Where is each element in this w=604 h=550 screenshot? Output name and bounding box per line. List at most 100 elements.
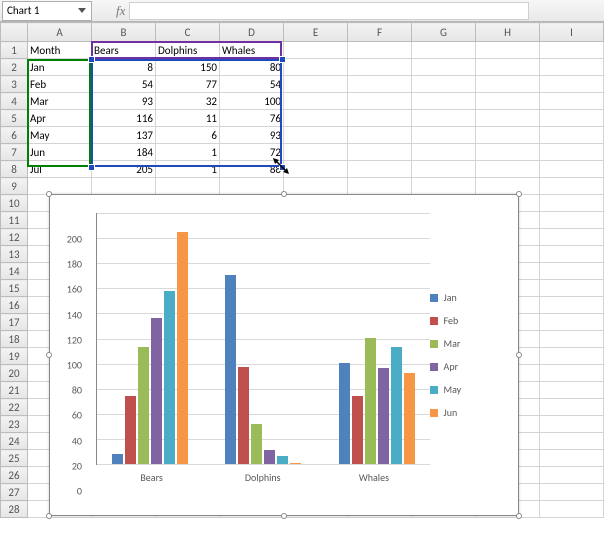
col-header-B[interactable]: B (92, 23, 156, 42)
cell[interactable]: 80 (220, 59, 284, 76)
chart-bar[interactable] (339, 363, 350, 464)
cell[interactable]: Month (28, 42, 92, 59)
cell[interactable] (540, 246, 604, 263)
cell[interactable] (540, 195, 604, 212)
chart-bar[interactable] (125, 396, 136, 464)
cell[interactable] (284, 110, 348, 127)
row-header[interactable]: 2 (1, 59, 28, 76)
cell[interactable] (412, 110, 476, 127)
cell[interactable]: 93 (92, 93, 156, 110)
cell[interactable]: 205 (92, 161, 156, 178)
cell[interactable]: 1 (156, 144, 220, 161)
fx-icon[interactable]: fx (116, 3, 125, 19)
cell[interactable] (476, 127, 540, 144)
cell[interactable] (540, 382, 604, 399)
chart-bar[interactable] (290, 463, 301, 464)
row-header[interactable]: 9 (1, 178, 28, 195)
row-header[interactable]: 20 (1, 365, 28, 382)
chart-bar[interactable] (138, 347, 149, 464)
cell[interactable] (348, 59, 412, 76)
cell[interactable]: Feb (28, 76, 92, 93)
cell[interactable] (412, 76, 476, 93)
cell[interactable]: 6 (156, 127, 220, 144)
cell[interactable] (348, 42, 412, 59)
cell[interactable] (348, 127, 412, 144)
cell[interactable] (348, 144, 412, 161)
row-header[interactable]: 16 (1, 297, 28, 314)
cell[interactable] (284, 42, 348, 59)
row-header[interactable]: 10 (1, 195, 28, 212)
cell[interactable] (412, 127, 476, 144)
cell[interactable] (540, 348, 604, 365)
cell[interactable] (540, 280, 604, 297)
row-header[interactable]: 5 (1, 110, 28, 127)
chart-bar[interactable] (251, 424, 262, 464)
cell[interactable] (412, 178, 476, 195)
chart-bar[interactable] (112, 454, 123, 464)
cell[interactable]: 11 (156, 110, 220, 127)
cell[interactable]: 150 (156, 59, 220, 76)
row-header[interactable]: 27 (1, 484, 28, 501)
cell[interactable] (540, 178, 604, 195)
cell[interactable]: 93 (220, 127, 284, 144)
cell[interactable] (540, 229, 604, 246)
row-header[interactable]: 13 (1, 246, 28, 263)
chart-handle[interactable] (516, 352, 522, 358)
cell[interactable] (540, 399, 604, 416)
cell[interactable]: 76 (220, 110, 284, 127)
row-header[interactable]: 18 (1, 331, 28, 348)
cell[interactable] (220, 178, 284, 195)
cell[interactable] (412, 93, 476, 110)
cell[interactable] (540, 314, 604, 331)
chart-bar[interactable] (225, 275, 236, 464)
cell[interactable] (540, 59, 604, 76)
row-header[interactable]: 21 (1, 382, 28, 399)
chart-object[interactable]: 020406080100120140160180200 BearsDolphin… (49, 194, 519, 516)
cell[interactable]: Whales (220, 42, 284, 59)
cell[interactable] (540, 484, 604, 501)
cell[interactable] (476, 161, 540, 178)
range-handle[interactable] (88, 56, 95, 63)
cell[interactable] (412, 161, 476, 178)
row-header[interactable]: 11 (1, 212, 28, 229)
cell[interactable] (284, 93, 348, 110)
cell[interactable] (284, 178, 348, 195)
chart-handle[interactable] (281, 513, 287, 519)
cell[interactable] (540, 331, 604, 348)
cell[interactable] (284, 127, 348, 144)
cell[interactable]: 116 (92, 110, 156, 127)
row-header[interactable]: 28 (1, 501, 28, 518)
range-handle[interactable] (279, 56, 286, 63)
cell[interactable]: 88 (220, 161, 284, 178)
chart-bar[interactable] (352, 396, 363, 464)
cell[interactable] (540, 93, 604, 110)
cell[interactable] (476, 93, 540, 110)
col-header-F[interactable]: F (348, 23, 412, 42)
chart-handle[interactable] (516, 191, 522, 197)
chart-legend[interactable]: JanFebMarAprMayJun (430, 205, 508, 505)
row-header[interactable]: 22 (1, 399, 28, 416)
cell[interactable]: Dolphins (156, 42, 220, 59)
cell[interactable] (476, 178, 540, 195)
row-header[interactable]: 7 (1, 144, 28, 161)
name-box-dropdown-icon[interactable] (75, 3, 89, 19)
chart-bar[interactable] (164, 291, 175, 464)
cell[interactable] (540, 212, 604, 229)
formula-input[interactable] (129, 2, 529, 20)
cell[interactable] (540, 42, 604, 59)
cell[interactable]: May (28, 127, 92, 144)
chart-bar[interactable] (277, 456, 288, 464)
col-header-A[interactable]: A (28, 23, 92, 42)
cell[interactable]: 32 (156, 93, 220, 110)
select-all-corner[interactable] (1, 23, 28, 42)
cell[interactable] (348, 76, 412, 93)
chart-bar[interactable] (177, 232, 188, 464)
row-header[interactable]: 17 (1, 314, 28, 331)
chart-bar[interactable] (365, 338, 376, 464)
cell[interactable] (540, 76, 604, 93)
col-header-G[interactable]: G (412, 23, 476, 42)
row-header[interactable]: 4 (1, 93, 28, 110)
row-header[interactable]: 3 (1, 76, 28, 93)
cell[interactable]: Bears (92, 42, 156, 59)
chart-bar[interactable] (378, 368, 389, 464)
